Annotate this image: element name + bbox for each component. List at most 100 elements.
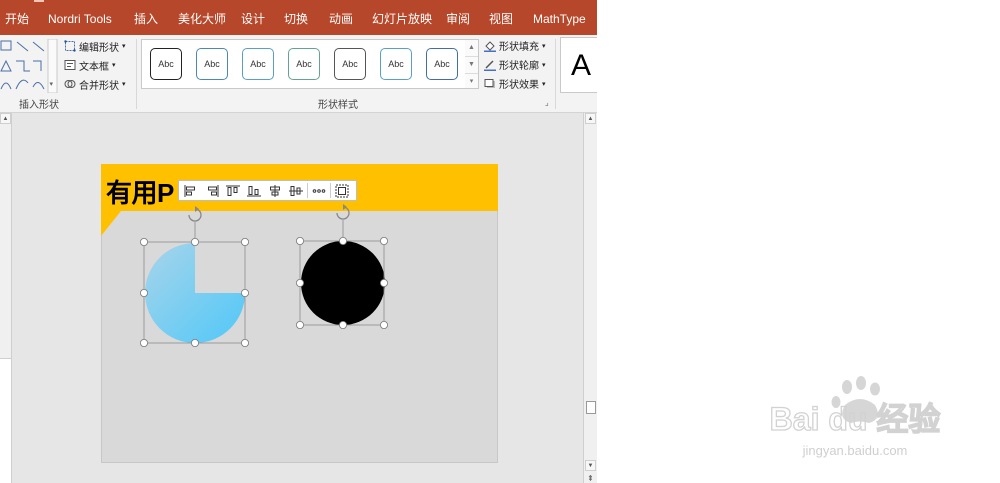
elbow-connector-icon — [16, 60, 30, 72]
insert-shapes-group-label: 插入形状 — [19, 100, 59, 111]
shape-effects-label: 形状效果 — [499, 80, 539, 91]
shape-selection-layer[interactable] — [135, 200, 400, 352]
group-objects-button[interactable] — [332, 182, 352, 199]
chevron-up-icon[interactable]: ▲ — [465, 40, 478, 57]
align-top-button[interactable] — [223, 182, 243, 199]
tab-insert[interactable]: 插入 — [134, 0, 158, 35]
textbox-shape-icon — [0, 40, 12, 51]
arrow-shape-icon — [32, 41, 45, 52]
align-center-button[interactable] — [265, 182, 285, 199]
shape-fill-label: 形状填充 — [499, 42, 539, 53]
pen-outline-icon — [484, 59, 496, 71]
tab-mathtype[interactable]: MathType — [533, 0, 586, 35]
ribbon-panel: ▾ 编辑形状 ▾ 文本框 ▾ 合并形状 ▾ 插入形状 Abc Abc Abc Abc … — [0, 35, 597, 113]
shape-style-gallery: Abc Abc Abc Abc Abc Abc Abc — [141, 39, 467, 89]
scroll-down-icon[interactable]: ▼ — [585, 460, 596, 471]
elbow-arrow-icon — [33, 60, 42, 71]
thumbnail-pane-scrollbar[interactable]: ▲ — [0, 113, 12, 483]
align-middle-button[interactable] — [286, 182, 306, 199]
line-shape-icon — [16, 41, 29, 52]
edit-shape-button[interactable]: 编辑形状 ▾ — [64, 38, 126, 54]
distribute-icon — [312, 188, 326, 193]
chevron-down-icon[interactable]: ▼ — [465, 57, 478, 74]
tab-design[interactable]: 设计 — [241, 0, 265, 35]
ribbon-tab-bar: 开始 Nordri Tools 插入 美化大师 设计 切换 动画 幻灯片放映 审… — [0, 0, 597, 35]
chevron-down-icon: ▾ — [122, 43, 126, 50]
baidu-jingyan-watermark: Bai du 经验 jingyan.baidu.com — [769, 376, 941, 458]
edit-shape-icon — [64, 40, 76, 52]
triangle-shape-icon — [0, 59, 12, 72]
merge-shapes-icon — [64, 80, 76, 88]
style-thumbnail[interactable]: Abc — [196, 48, 228, 80]
tab-beautify[interactable]: 美化大师 — [178, 0, 226, 35]
align-left-button[interactable] — [181, 182, 201, 199]
align-top-icon — [226, 185, 240, 196]
merge-shapes-button[interactable]: 合并形状 ▾ — [64, 76, 126, 92]
merge-shapes-label: 合并形状 — [79, 80, 119, 92]
align-mini-toolbar — [178, 180, 357, 201]
dialog-launcher-icon[interactable]: ⌟ — [545, 99, 553, 107]
group-divider — [555, 39, 556, 109]
more-styles-icon[interactable]: ▾ — [465, 74, 478, 90]
chevron-down-icon: ▾ — [122, 81, 126, 88]
rotate-handle-icon — [336, 204, 350, 220]
shape-effects-icon — [484, 78, 495, 88]
wordart-style-preview[interactable]: A — [560, 37, 597, 93]
align-left-icon — [184, 184, 195, 197]
tab-slideshow[interactable]: 幻灯片放映 — [372, 0, 432, 35]
slide-scrollbar[interactable]: ▲ ▼ ⇞ — [583, 113, 597, 483]
align-bottom-icon — [247, 185, 261, 196]
watermark-url: jingyan.baidu.com — [802, 443, 908, 458]
tab-nordri-tools[interactable]: Nordri Tools — [48, 0, 112, 35]
pie-shape[interactable] — [145, 243, 245, 343]
arc-shape-icon — [15, 79, 29, 90]
style-thumbnail[interactable]: Abc — [242, 48, 274, 80]
style-thumbnail[interactable]: Abc — [380, 48, 412, 80]
tab-animations[interactable]: 动画 — [329, 0, 353, 35]
group-divider — [136, 39, 137, 109]
tab-transitions[interactable]: 切换 — [284, 0, 308, 35]
tab-view[interactable]: 视图 — [489, 0, 513, 35]
align-bottom-button[interactable] — [244, 182, 264, 199]
powerpoint-window: 开始 Nordri Tools 插入 美化大师 设计 切换 动画 幻灯片放映 审… — [0, 0, 597, 483]
style-thumbnail[interactable]: Abc — [150, 48, 182, 80]
style-gallery-scroll[interactable]: ▲ ▼ ▾ — [465, 39, 479, 89]
shape-effects-button[interactable]: 形状效果 ▾ — [484, 75, 546, 92]
freeform-shape-icon — [32, 82, 45, 90]
align-right-button[interactable] — [202, 182, 222, 199]
shape-fill-button[interactable]: 形状填充 ▾ — [484, 37, 546, 54]
rotate-handle-icon — [188, 206, 202, 222]
style-thumbnail[interactable]: Abc — [426, 48, 458, 80]
toolbar-divider — [307, 183, 308, 198]
textbox-icon — [64, 60, 76, 70]
scroll-up-icon[interactable]: ▲ — [585, 113, 596, 124]
edit-shape-label: 编辑形状 — [79, 42, 119, 54]
shape-gallery[interactable]: ▾ — [0, 39, 58, 93]
circle-shape[interactable] — [301, 241, 385, 325]
tab-home[interactable]: 开始 — [5, 0, 29, 35]
chevron-down-icon: ▾ — [542, 80, 546, 88]
title-bar-accent — [34, 0, 44, 2]
style-thumbnail[interactable]: Abc — [334, 48, 366, 80]
scroll-up-icon[interactable]: ▲ — [0, 113, 11, 124]
scrollbar-thumb[interactable] — [586, 401, 596, 414]
group-objects-icon — [335, 184, 349, 197]
style-thumbnail[interactable]: Abc — [288, 48, 320, 80]
paint-bucket-icon — [484, 40, 496, 52]
chevron-down-icon: ▾ — [112, 62, 116, 69]
distribute-button[interactable] — [309, 182, 329, 199]
align-right-icon — [208, 184, 219, 197]
curve-shape-icon — [0, 82, 12, 90]
align-middle-icon — [289, 185, 303, 196]
align-center-icon — [270, 184, 280, 197]
shape-outline-button[interactable]: 形状轮廓 ▾ — [484, 56, 546, 73]
watermark-brand: Bai du 经验 — [770, 401, 941, 437]
tab-review[interactable]: 审阅 — [446, 0, 470, 35]
chevron-down-icon: ▾ — [50, 81, 54, 88]
previous-slide-icon[interactable]: ⇞ — [587, 474, 594, 483]
textbox-button[interactable]: 文本框 ▾ — [64, 57, 116, 73]
scrollbar-track — [0, 358, 11, 483]
shape-styles-group-label: 形状样式 — [318, 100, 358, 111]
chevron-down-icon: ▾ — [542, 42, 546, 50]
toolbar-divider — [330, 183, 331, 198]
